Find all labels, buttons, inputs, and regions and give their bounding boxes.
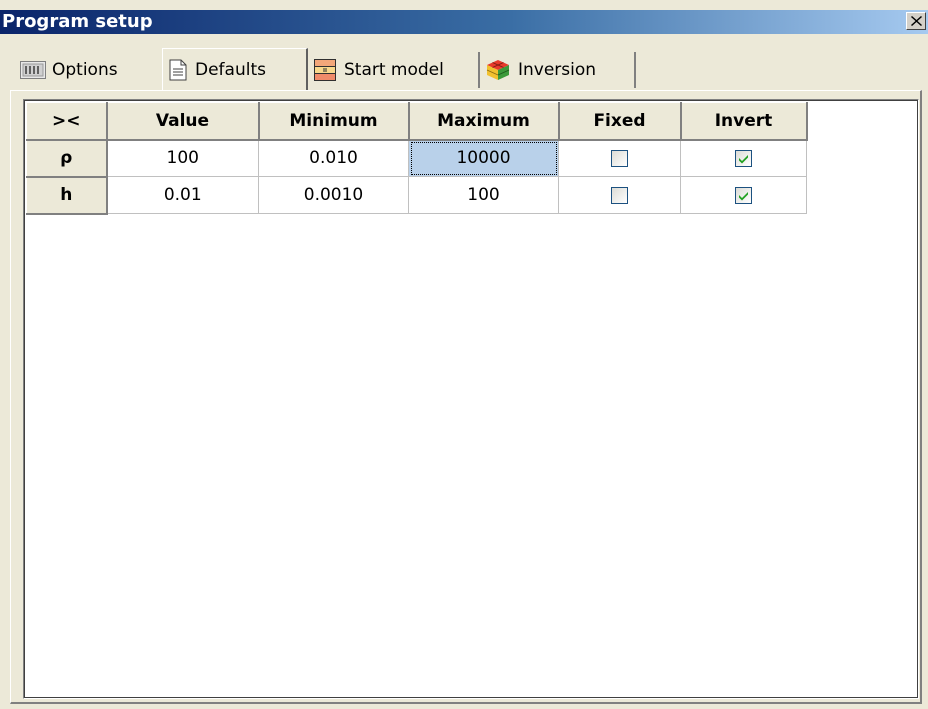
tab-options-label: Options xyxy=(52,60,118,80)
cell-invert[interactable] xyxy=(680,139,807,177)
fixed-checkbox[interactable] xyxy=(611,186,628,204)
column-header-invert[interactable]: Invert xyxy=(680,102,808,141)
close-icon xyxy=(911,16,922,26)
cell-maximum-selected[interactable]: 10000 xyxy=(408,139,559,177)
invert-checkbox[interactable] xyxy=(735,149,752,167)
tab-options[interactable]: Options xyxy=(14,52,164,88)
cell-fixed[interactable] xyxy=(558,176,681,214)
grid-header-row: >< Value Minimum Maximum Fixed Invert xyxy=(26,102,808,141)
tab-start-model[interactable]: Start model xyxy=(308,52,480,88)
start-model-icon xyxy=(314,59,336,81)
title-bar[interactable]: Program setup xyxy=(0,10,928,34)
tab-defaults[interactable]: Defaults xyxy=(162,48,308,90)
column-header-fixed[interactable]: Fixed xyxy=(558,102,682,141)
row-header-h[interactable]: h xyxy=(26,176,108,215)
row-header-rho[interactable]: ρ xyxy=(26,139,108,178)
column-header-minimum[interactable]: Minimum xyxy=(258,102,410,141)
grid-corner-header[interactable]: >< xyxy=(26,102,108,141)
checkmark-icon xyxy=(739,154,748,164)
document-icon xyxy=(169,59,187,81)
cell-fixed[interactable] xyxy=(558,139,681,177)
table-row: ρ 100 0.010 10000 xyxy=(26,139,807,178)
tab-start-model-label: Start model xyxy=(344,60,444,80)
tab-inversion[interactable]: Inversion xyxy=(480,52,636,88)
defaults-grid: >< Value Minimum Maximum Fixed Invert ρ … xyxy=(26,102,808,215)
defaults-grid-area: >< Value Minimum Maximum Fixed Invert ρ … xyxy=(23,99,919,699)
cell-minimum[interactable]: 0.010 xyxy=(258,139,409,177)
defaults-panel: >< Value Minimum Maximum Fixed Invert ρ … xyxy=(10,90,922,704)
cell-minimum[interactable]: 0.0010 xyxy=(258,176,409,214)
close-button[interactable] xyxy=(906,12,926,30)
options-icon xyxy=(20,61,46,79)
cube-icon xyxy=(486,59,510,81)
column-header-value[interactable]: Value xyxy=(106,102,260,141)
window-title: Program setup xyxy=(2,11,153,32)
checkmark-icon xyxy=(739,191,748,200)
cell-value[interactable]: 100 xyxy=(106,139,259,177)
table-row: h 0.01 0.0010 100 xyxy=(26,176,807,215)
tab-defaults-label: Defaults xyxy=(195,59,266,80)
tab-inversion-label: Inversion xyxy=(518,60,597,80)
invert-checkbox[interactable] xyxy=(735,186,752,204)
cell-maximum[interactable]: 100 xyxy=(408,176,559,214)
cell-value[interactable]: 0.01 xyxy=(106,176,259,214)
fixed-checkbox[interactable] xyxy=(611,149,628,167)
cell-invert[interactable] xyxy=(680,176,807,214)
column-header-maximum[interactable]: Maximum xyxy=(408,102,560,141)
tab-strip: Options Defaults Start model Inversion xyxy=(0,48,928,90)
